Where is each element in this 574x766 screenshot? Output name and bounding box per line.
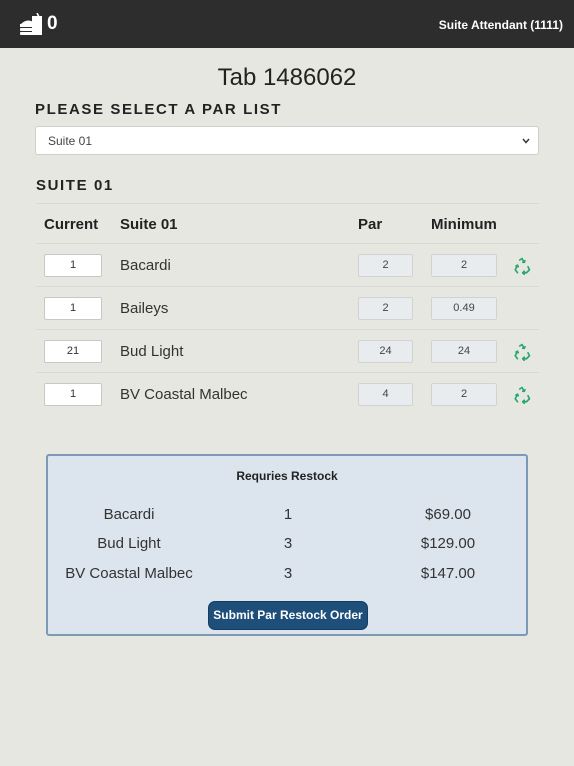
column-header-item: Suite 01 bbox=[120, 216, 178, 233]
restock-item-name: Bacardi bbox=[103, 506, 155, 523]
item-name: Bacardi bbox=[120, 257, 171, 274]
restock-item-price: $147.00 bbox=[420, 565, 476, 582]
restock-item: Bacardi 1 $69.00 bbox=[48, 506, 526, 526]
par-list-heading: PLEASE SELECT A PAR LIST bbox=[35, 101, 283, 118]
restock-item-price: $69.00 bbox=[425, 506, 471, 523]
minimum-value: 2 bbox=[431, 254, 497, 277]
suite-heading: SUITE 01 bbox=[36, 177, 114, 194]
recycle-icon bbox=[514, 343, 531, 361]
current-quantity-input[interactable]: 21 bbox=[44, 340, 102, 363]
par-list-selected-value: Suite 01 bbox=[48, 134, 93, 148]
restock-item-price: $129.00 bbox=[420, 535, 476, 552]
page-title: Tab 1486062 bbox=[217, 64, 357, 91]
par-value: 2 bbox=[358, 297, 413, 320]
restock-item-name: Bud Light bbox=[97, 535, 161, 552]
par-value: 2 bbox=[358, 254, 413, 277]
recycle-icon bbox=[514, 386, 531, 404]
restock-panel: Requries Restock Bacardi 1 $69.00 Bud Li… bbox=[46, 454, 528, 636]
par-list-select[interactable]: Suite 01 bbox=[35, 126, 539, 155]
table-row: 21 Bud Light 24 24 bbox=[36, 329, 539, 372]
restock-item: Bud Light 3 $129.00 bbox=[48, 535, 526, 555]
submit-restock-button[interactable]: Submit Par Restock Order bbox=[208, 601, 368, 630]
restock-title: Requries Restock bbox=[236, 469, 338, 483]
item-name: Baileys bbox=[120, 300, 169, 317]
column-header-current: Current bbox=[44, 216, 99, 233]
minimum-value: 24 bbox=[431, 340, 497, 363]
food-cart-icon[interactable] bbox=[18, 13, 44, 35]
par-value: 4 bbox=[358, 383, 413, 406]
column-header-par: Par bbox=[358, 216, 383, 233]
par-value: 24 bbox=[358, 340, 413, 363]
table-row: 1 Bacardi 2 2 bbox=[36, 243, 539, 286]
restock-item-qty: 1 bbox=[283, 506, 293, 523]
restock-item-qty: 3 bbox=[283, 565, 293, 582]
table-row: 1 BV Coastal Malbec 4 2 bbox=[36, 372, 539, 415]
minimum-value: 0.49 bbox=[431, 297, 497, 320]
table-header: Current Suite 01 Par Minimum bbox=[36, 203, 539, 243]
current-quantity-input[interactable]: 1 bbox=[44, 383, 102, 406]
cart-count: 0 bbox=[47, 13, 58, 34]
chevron-down-icon bbox=[522, 138, 530, 144]
restock-item-name: BV Coastal Malbec bbox=[65, 565, 193, 582]
minimum-value: 2 bbox=[431, 383, 497, 406]
top-bar: 0 Suite Attendant (1111) bbox=[0, 0, 574, 48]
restock-item-qty: 3 bbox=[283, 535, 293, 552]
restock-item: BV Coastal Malbec 3 $147.00 bbox=[48, 565, 526, 585]
column-header-minimum: Minimum bbox=[431, 216, 497, 233]
item-name: BV Coastal Malbec bbox=[120, 386, 248, 403]
current-quantity-input[interactable]: 1 bbox=[44, 297, 102, 320]
par-table: Current Suite 01 Par Minimum 1 Bacardi 2… bbox=[36, 203, 539, 415]
table-row: 1 Baileys 2 0.49 bbox=[36, 286, 539, 329]
recycle-icon bbox=[514, 257, 531, 275]
current-quantity-input[interactable]: 1 bbox=[44, 254, 102, 277]
user-label[interactable]: Suite Attendant (1111) bbox=[439, 18, 563, 32]
item-name: Bud Light bbox=[120, 343, 184, 360]
